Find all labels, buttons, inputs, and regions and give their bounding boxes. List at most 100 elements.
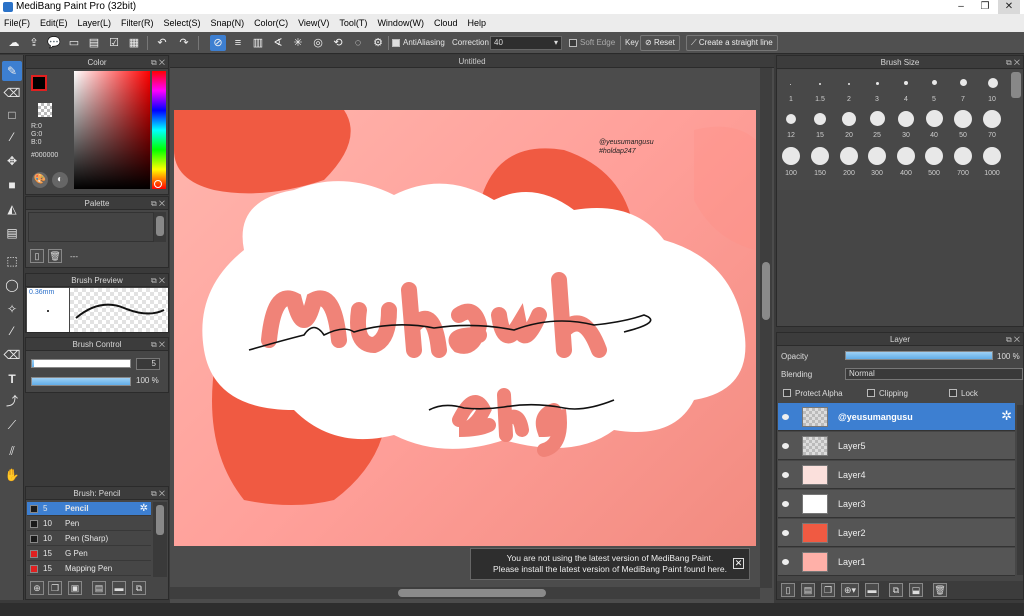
brush-size-dot[interactable]	[840, 147, 858, 165]
grid-icon[interactable]: ▦	[126, 35, 142, 51]
blending-select[interactable]: Normal	[845, 368, 1023, 380]
menu-help[interactable]: Help	[467, 14, 486, 32]
brush-tool-icon[interactable]: ✎	[2, 61, 22, 81]
new-layer-page-icon[interactable]: ▤	[801, 583, 815, 597]
brush-settings-icon[interactable]: ▣	[68, 581, 82, 595]
brush-size-dot[interactable]	[814, 113, 826, 125]
document-tab[interactable]: Untitled	[170, 55, 774, 68]
copy-layer-icon[interactable]: ❐	[821, 583, 835, 597]
brush-size-dot[interactable]	[960, 79, 967, 86]
speech-bubble-icon[interactable]: 💬	[46, 35, 62, 51]
layer-row[interactable]: @yeusumangusu ✲	[778, 403, 1015, 431]
select-pen-icon[interactable]: ⁄	[2, 321, 22, 341]
brush-size-dot[interactable]	[932, 80, 937, 85]
move-tool-icon[interactable]: ✥	[2, 151, 22, 171]
brush-size-dot[interactable]	[876, 82, 879, 85]
visibility-eye-icon[interactable]	[782, 559, 789, 565]
layer-list-scrollbar[interactable]	[1017, 405, 1023, 575]
brush-size-dot[interactable]	[954, 110, 972, 128]
clipping-checkbox[interactable]	[867, 389, 875, 397]
snap-radial-icon[interactable]: ✳	[290, 35, 306, 51]
layer-row[interactable]: Layer5	[778, 432, 1015, 460]
cloud-icon[interactable]: ☁	[6, 35, 22, 51]
comment-icon[interactable]: ▭	[66, 35, 82, 51]
panel-controls-icon[interactable]: ⧉ ✕	[151, 487, 165, 500]
brush-size-dot[interactable]	[898, 111, 914, 127]
menu-select[interactable]: Select(S)	[164, 14, 201, 32]
operation-tool-icon[interactable]: ⤴	[2, 391, 22, 411]
merge-layer-icon[interactable]: ⬓	[909, 583, 923, 597]
folder-icon[interactable]: ▬	[865, 583, 879, 597]
undo-icon[interactable]: ↶	[154, 35, 170, 51]
palette-scrollbar[interactable]	[154, 212, 166, 242]
brush-size-dot[interactable]	[790, 84, 791, 85]
panel-controls-icon[interactable]: ⧉ ✕	[1006, 333, 1020, 346]
horizontal-scroll-thumb[interactable]	[398, 589, 546, 597]
select-eraser-icon[interactable]: ⌫	[2, 345, 22, 365]
panel-controls-icon[interactable]: ⧉ ✕	[151, 56, 165, 69]
select-tool-icon[interactable]: ⬚	[2, 251, 22, 271]
document-icon[interactable]: ▤	[86, 35, 102, 51]
vertical-scrollbar[interactable]	[760, 68, 772, 588]
snap-circle-icon[interactable]: ◎	[310, 35, 326, 51]
panel-controls-icon[interactable]: ⧉ ✕	[151, 274, 165, 287]
transparent-color-swatch[interactable]	[38, 103, 52, 117]
brush-size-dot[interactable]	[925, 147, 943, 165]
minimize-button[interactable]: –	[950, 0, 972, 14]
text-tool-icon[interactable]: T	[2, 369, 22, 389]
fill-rectangle-icon[interactable]: ■	[2, 175, 22, 195]
magic-wand-icon[interactable]: ✧	[2, 299, 22, 319]
vertical-scroll-thumb[interactable]	[762, 262, 770, 320]
add-layer-menu-icon[interactable]: ⊕▾	[841, 583, 859, 597]
divide-tool-icon[interactable]: ⟋	[2, 415, 22, 435]
soft-edge-checkbox[interactable]	[569, 39, 577, 47]
snap-curve-icon[interactable]: ⟲	[330, 35, 346, 51]
protect-alpha-checkbox[interactable]	[783, 389, 791, 397]
visibility-eye-icon[interactable]	[782, 472, 789, 478]
lock-checkbox[interactable]	[949, 389, 957, 397]
reset-button[interactable]: ⊘ Reset	[640, 35, 680, 51]
brush-size-value[interactable]: 5	[136, 358, 160, 370]
visibility-eye-icon[interactable]	[782, 414, 789, 420]
menu-file[interactable]: File(F)	[4, 14, 30, 32]
gear-icon[interactable]: ✲	[140, 502, 148, 516]
color-wheel-icon[interactable]: ◐	[52, 172, 68, 188]
duplicate-icon[interactable]: ⧉	[132, 581, 146, 595]
menu-snap[interactable]: Snap(N)	[211, 14, 245, 32]
palette-swatch-area[interactable]	[28, 212, 154, 242]
layer-opacity-slider[interactable]	[845, 351, 993, 360]
update-notice[interactable]: You are not using the latest version of …	[470, 548, 750, 580]
menu-window[interactable]: Window(W)	[377, 14, 424, 32]
panel-controls-icon[interactable]: ⧉ ✕	[1006, 56, 1020, 69]
brush-size-dot[interactable]	[811, 147, 829, 165]
visibility-eye-icon[interactable]	[782, 501, 789, 507]
snap-parallel-icon[interactable]: ≡	[230, 35, 246, 51]
maximize-button[interactable]: ❐	[974, 0, 996, 14]
palette-icon[interactable]: 🎨	[32, 172, 48, 188]
gradient-tool-icon[interactable]: ▤	[2, 223, 22, 243]
brush-size-dot[interactable]	[983, 147, 1001, 165]
brush-size-dot[interactable]	[988, 78, 998, 88]
snap-vanish-icon[interactable]: ∢	[270, 35, 286, 51]
snap-cross-icon[interactable]: ▥	[250, 35, 266, 51]
correction-select[interactable]: 40 ▾	[490, 36, 562, 50]
brush-size-dot[interactable]	[842, 112, 856, 126]
brush-size-dot[interactable]	[904, 81, 908, 85]
brush-size-dot[interactable]	[897, 147, 915, 165]
brush-size-dot[interactable]	[954, 147, 972, 165]
menu-cloud[interactable]: Cloud	[434, 14, 458, 32]
hue-slider[interactable]	[152, 71, 166, 189]
brush-page-icon[interactable]: ▤	[92, 581, 106, 595]
primary-color-swatch[interactable]	[31, 75, 47, 91]
visibility-eye-icon[interactable]	[782, 530, 789, 536]
visibility-eye-icon[interactable]	[782, 443, 789, 449]
trash-icon[interactable]: 🗑	[48, 249, 62, 263]
hue-handle[interactable]	[154, 180, 162, 188]
menu-color[interactable]: Color(C)	[254, 14, 288, 32]
lasso-tool-icon[interactable]: ◯	[2, 275, 22, 295]
eyedropper-icon[interactable]: ⫽	[2, 441, 22, 461]
brush-size-dot[interactable]	[868, 147, 886, 165]
brush-item-pen-sharp[interactable]: 10 Pen (Sharp)	[27, 532, 151, 546]
brush-size-dot[interactable]	[983, 110, 1001, 128]
brush-size-dot[interactable]	[870, 111, 885, 126]
